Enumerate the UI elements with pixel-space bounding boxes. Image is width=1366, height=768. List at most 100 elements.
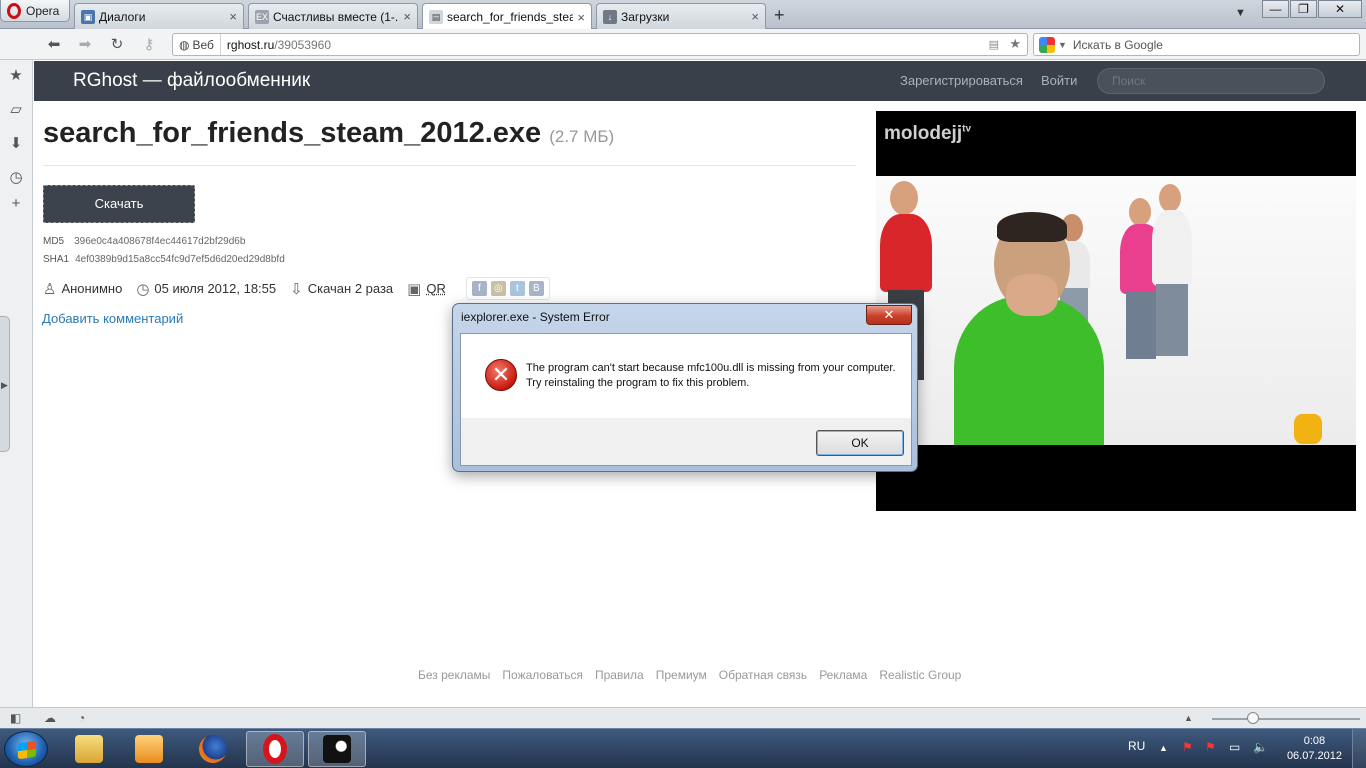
notes-icon[interactable]: ▱: [7, 101, 25, 119]
close-tab-icon[interactable]: ×: [229, 9, 237, 24]
video-logo-text: molodejj: [884, 123, 963, 144]
restore-icon[interactable]: ❐: [1290, 0, 1317, 18]
panel-toggle-icon[interactable]: ◧: [10, 711, 21, 725]
chevron-down-icon[interactable]: ▼: [1058, 40, 1067, 50]
url-path: /39053960: [274, 37, 331, 52]
volume-icon[interactable]: 🔈: [1253, 740, 1268, 754]
file-name: search_for_friends_steam_2012.exe: [43, 117, 542, 149]
md5-label: MD5: [43, 236, 65, 247]
opera-menu-label: Opera: [26, 3, 60, 18]
start-button[interactable]: [4, 731, 48, 767]
site-search-placeholder: Поиск: [1112, 74, 1146, 88]
page-title: search_for_friends_steam_2012.exe (2.7 М…: [43, 117, 614, 150]
footer-link-realistic-group[interactable]: Realistic Group: [879, 668, 961, 682]
taskbar-firefox[interactable]: [184, 731, 242, 767]
download-count-icon: ⇩: [290, 280, 303, 298]
taskbar-opera[interactable]: [246, 731, 304, 767]
tab-search-for-friends[interactable]: ▤ search_for_friends_stea... ×: [422, 3, 592, 30]
chevron-up-icon[interactable]: ▲: [1184, 713, 1193, 723]
downloads-icon[interactable]: ⬇: [7, 135, 25, 153]
reload-icon[interactable]: ↻: [107, 35, 127, 55]
steam-icon: [323, 735, 351, 763]
tray-expand-icon[interactable]: ▲: [1159, 743, 1168, 753]
footer-link-premium[interactable]: Премиум: [656, 668, 707, 682]
folder-icon: [75, 735, 103, 763]
address-field[interactable]: ◍ Веб rghost.ru/39053960 ▤ ★: [172, 33, 1028, 56]
action-center-icon[interactable]: ⚑: [1205, 740, 1216, 754]
close-window-icon[interactable]: ✕: [1318, 0, 1362, 18]
tab-happy-together[interactable]: EX Счастливы вместе (1-... ×: [248, 3, 418, 29]
dialog-message: The program can't start because mfc100u.…: [526, 362, 896, 389]
tab-title: search_for_friends_stea...: [447, 10, 574, 24]
web-badge-label: Веб: [192, 37, 214, 52]
show-desktop-button[interactable]: [1352, 729, 1366, 768]
login-link[interactable]: Войти: [1041, 73, 1077, 88]
clock-date: 06.07.2012: [1286, 750, 1342, 762]
video-player[interactable]: molodejjtv: [876, 111, 1356, 511]
sidebar-toggle-handle[interactable]: ▶: [0, 316, 10, 452]
zoom-slider[interactable]: [1212, 718, 1360, 720]
download-button[interactable]: Скачать: [43, 185, 195, 223]
tab-list-chevron-icon[interactable]: ▼: [1235, 7, 1246, 19]
zoom-slider-thumb[interactable]: [1247, 712, 1259, 724]
footer-link-report[interactable]: Пожаловаться: [502, 668, 583, 682]
twitter-icon[interactable]: t: [509, 281, 525, 296]
facebook-icon[interactable]: f: [471, 281, 487, 296]
vk-share-icon[interactable]: B: [528, 281, 544, 296]
ok-button[interactable]: OK: [816, 430, 904, 456]
rss-icon[interactable]: ▤: [989, 38, 999, 51]
new-tab-icon[interactable]: +: [774, 5, 785, 26]
vk-icon: ▣: [81, 9, 95, 24]
ex-icon: EX: [255, 9, 269, 24]
forward-arrow-icon[interactable]: ➡: [75, 35, 95, 55]
file-meta: ♙ Анонимно ◷ 05 июля 2012, 18:55 ⇩ Скача…: [43, 277, 550, 300]
uploader: Анонимно: [61, 281, 123, 296]
bookmarks-star-icon[interactable]: ★: [7, 67, 25, 85]
qr-link[interactable]: QR: [426, 281, 446, 296]
taskbar-steam[interactable]: [308, 731, 366, 767]
language-indicator[interactable]: RU: [1128, 739, 1145, 753]
system-clock[interactable]: 0:08 06.07.2012: [1287, 734, 1342, 764]
site-search-input[interactable]: Поиск: [1097, 68, 1325, 94]
register-link[interactable]: Зарегистрироваться: [900, 73, 1023, 88]
footer-link-rules[interactable]: Правила: [595, 668, 644, 682]
network-icon[interactable]: ▭: [1229, 740, 1240, 754]
md5-row: MD5 396e0c4a408678f4ec44617d2bf29d6b: [43, 236, 245, 247]
clock-time: 0:08: [1303, 735, 1326, 747]
taskbar-explorer[interactable]: [60, 731, 118, 767]
tab-dialogs[interactable]: ▣ Диалоги ×: [74, 3, 244, 29]
footer-link-no-ads[interactable]: Без рекламы: [418, 668, 490, 682]
footer-link-advertising[interactable]: Реклама: [819, 668, 867, 682]
add-panel-icon[interactable]: +: [7, 195, 25, 213]
tab-title: Загрузки: [621, 9, 670, 24]
odnoklassniki-icon[interactable]: ◎: [490, 281, 506, 296]
bookmark-star-icon[interactable]: ★: [1009, 36, 1021, 52]
key-icon[interactable]: ⚷: [139, 35, 159, 55]
site-logo[interactable]: RGhost — файлообменник: [73, 70, 310, 92]
turbo-gauge-icon[interactable]: ◔: [78, 711, 85, 725]
browser-tab-bar: Opera ▣ Диалоги × EX Счастливы вместе (1…: [0, 0, 1366, 30]
tab-downloads[interactable]: ↓ Загрузки ×: [596, 3, 766, 29]
sha1-label: SHA1: [43, 254, 70, 265]
minimize-icon[interactable]: —: [1262, 0, 1289, 18]
add-comment-link[interactable]: Добавить комментарий: [42, 311, 183, 326]
footer-link-feedback[interactable]: Обратная связь: [719, 668, 807, 682]
history-clock-icon[interactable]: ◷: [7, 169, 25, 187]
close-tab-icon[interactable]: ×: [751, 9, 759, 24]
taskbar-media-player[interactable]: [120, 731, 178, 767]
close-tab-icon[interactable]: ×: [403, 9, 411, 24]
molodejj-logo: molodejjtv: [884, 123, 971, 145]
md5-value: 396e0c4a408678f4ec44617d2bf29d6b: [74, 236, 246, 247]
qr-icon: ▣: [407, 280, 422, 298]
dialog-close-icon[interactable]: ✕: [866, 305, 912, 325]
back-arrow-icon[interactable]: ⬅: [44, 35, 64, 55]
opera-menu-button[interactable]: Opera: [0, 0, 70, 22]
web-badge[interactable]: ◍ Веб: [173, 34, 221, 55]
search-input[interactable]: ▼ Искать в Google: [1033, 33, 1360, 56]
tab-title: Счастливы вместе (1-...: [273, 9, 400, 24]
address-toolbar: ⬅ ➡ ↻ ⚷ ◍ Веб rghost.ru/39053960 ▤ ★ ▼ И…: [0, 29, 1366, 60]
opera-unite-cloud-icon[interactable]: ☁: [44, 711, 56, 725]
close-tab-icon[interactable]: ×: [577, 10, 585, 25]
browser-sidebar: ★ ▱ ⬇ ◷ + ▶: [0, 60, 33, 707]
network-error-icon[interactable]: ⚑: [1182, 740, 1193, 754]
